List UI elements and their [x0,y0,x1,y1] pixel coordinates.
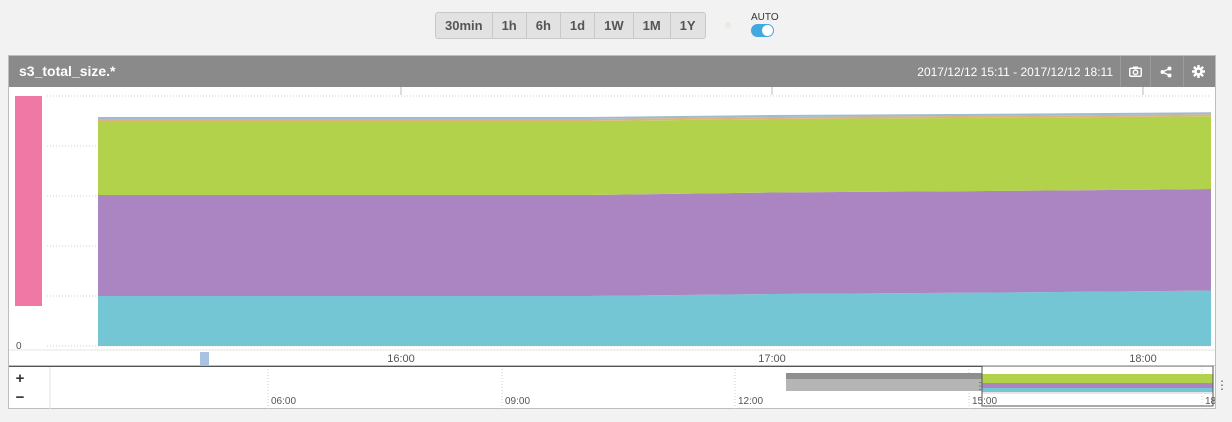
range-6h-button[interactable]: 6h [527,13,561,38]
series-area-3[interactable] [98,116,1211,195]
y-tick-label: 0 [16,341,22,352]
toggle-knob [762,25,773,36]
navigator-window[interactable]: ⋮ [9,366,1214,407]
range-30min-button[interactable]: 30min [436,13,493,38]
navigator-tick-label: 06:00 [271,396,296,407]
panel-title: s3_total_size.* [19,63,116,79]
range-1y-button[interactable]: 1Y [671,13,705,38]
share-icon [1160,66,1171,77]
series-area-1[interactable] [98,290,1211,347]
panel-time-range: 2017/12/12 15:11 - 2017/12/12 18:11 [917,65,1113,79]
stacked-area-chart[interactable]: 16:00 17:00 18:00 0 [9,87,1215,365]
range-1m-button[interactable]: 1M [634,13,671,38]
navigator-preview-band [982,388,1213,392]
snapshot-button[interactable] [1120,56,1150,87]
navigator-more-handle[interactable]: ⋮ [1216,378,1228,392]
chart-panel: s3_total_size.* 2017/12/12 15:11 - 2017/… [8,55,1216,366]
timeline-scroll-marker[interactable] [200,352,209,365]
panel-header: s3_total_size.* 2017/12/12 15:11 - 2017/… [9,56,1215,87]
range-1h-button[interactable]: 1h [493,13,527,38]
time-navigator[interactable]: + − 06:0009:0012:0015:0018: ⋮ [8,366,1216,409]
settings-button[interactable] [1183,56,1213,87]
share-button[interactable] [1150,56,1180,87]
range-1w-button[interactable]: 1W [595,13,634,38]
navigator-tick-label: 15:00 [972,396,997,407]
series-area-2[interactable] [98,189,1211,296]
auto-refresh-toggle[interactable] [751,24,774,37]
auto-refresh-label: AUTO [751,12,779,23]
camera-icon [1129,66,1142,77]
chart-areas [15,96,1211,346]
series-highlight-marker[interactable] [15,96,42,306]
x-tick-label: 17:00 [758,353,786,365]
time-range-selector: 30min 1h 6h 1d 1W 1M 1Y [435,12,706,39]
navigator-tick-label: 09:00 [505,396,530,407]
status-indicator [725,22,731,28]
navigator-preview-band [982,374,1213,383]
x-tick-label: 16:00 [387,353,415,365]
range-1d-button[interactable]: 1d [561,13,596,38]
x-tick-label: 18:00 [1129,353,1157,365]
navigator-timeline[interactable]: 06:0009:0012:0015:0018: ⋮ [9,366,1215,409]
navigator-preview-band [982,383,1213,388]
navigator-tick-label: 12:00 [738,396,763,407]
gear-icon [1192,65,1205,78]
